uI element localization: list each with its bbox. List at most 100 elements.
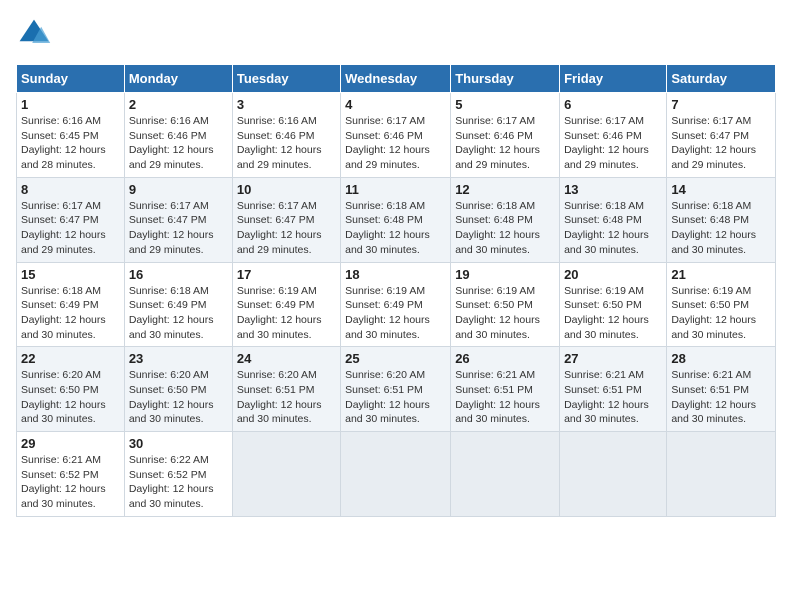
- calendar-cell: 3 Sunrise: 6:16 AM Sunset: 6:46 PM Dayli…: [232, 93, 340, 178]
- calendar-cell: 2 Sunrise: 6:16 AM Sunset: 6:46 PM Dayli…: [124, 93, 232, 178]
- calendar-week-row: 29 Sunrise: 6:21 AM Sunset: 6:52 PM Dayl…: [17, 432, 776, 517]
- calendar-cell: 5 Sunrise: 6:17 AM Sunset: 6:46 PM Dayli…: [451, 93, 560, 178]
- weekday-header: Sunday: [17, 65, 125, 93]
- daylight-label: Daylight: 12 hours: [345, 144, 430, 156]
- daylight-minutes: and 29 minutes.: [455, 159, 530, 171]
- daylight-minutes: and 30 minutes.: [345, 244, 420, 256]
- day-info: Sunrise: 6:17 AM Sunset: 6:47 PM Dayligh…: [21, 199, 120, 258]
- calendar-cell: 10 Sunrise: 6:17 AM Sunset: 6:47 PM Dayl…: [232, 177, 340, 262]
- day-info: Sunrise: 6:18 AM Sunset: 6:48 PM Dayligh…: [455, 199, 555, 258]
- sunrise-label: Sunrise: 6:20 AM: [129, 369, 209, 381]
- daylight-label: Daylight: 12 hours: [129, 144, 214, 156]
- daylight-minutes: and 29 minutes.: [237, 244, 312, 256]
- calendar-header: SundayMondayTuesdayWednesdayThursdayFrid…: [17, 65, 776, 93]
- calendar-table: SundayMondayTuesdayWednesdayThursdayFrid…: [16, 64, 776, 517]
- day-number: 30: [129, 436, 228, 451]
- sunrise-label: Sunrise: 6:17 AM: [345, 115, 425, 127]
- sunrise-label: Sunrise: 6:19 AM: [345, 285, 425, 297]
- day-info: Sunrise: 6:17 AM Sunset: 6:46 PM Dayligh…: [455, 114, 555, 173]
- daylight-label: Daylight: 12 hours: [455, 229, 540, 241]
- daylight-minutes: and 29 minutes.: [129, 159, 204, 171]
- day-number: 29: [21, 436, 120, 451]
- day-number: 9: [129, 182, 228, 197]
- sunset-label: Sunset: 6:47 PM: [237, 214, 315, 226]
- daylight-minutes: and 29 minutes.: [671, 159, 746, 171]
- calendar-cell: [560, 432, 667, 517]
- daylight-label: Daylight: 12 hours: [671, 144, 756, 156]
- day-info: Sunrise: 6:16 AM Sunset: 6:46 PM Dayligh…: [237, 114, 336, 173]
- sunset-label: Sunset: 6:51 PM: [564, 384, 642, 396]
- sunset-label: Sunset: 6:50 PM: [564, 299, 642, 311]
- day-info: Sunrise: 6:21 AM Sunset: 6:51 PM Dayligh…: [455, 368, 555, 427]
- day-number: 17: [237, 267, 336, 282]
- daylight-minutes: and 29 minutes.: [237, 159, 312, 171]
- daylight-label: Daylight: 12 hours: [21, 229, 106, 241]
- sunrise-label: Sunrise: 6:21 AM: [671, 369, 751, 381]
- logo: [16, 16, 56, 52]
- day-number: 13: [564, 182, 662, 197]
- day-number: 20: [564, 267, 662, 282]
- sunset-label: Sunset: 6:51 PM: [237, 384, 315, 396]
- day-number: 27: [564, 351, 662, 366]
- sunrise-label: Sunrise: 6:19 AM: [671, 285, 751, 297]
- daylight-label: Daylight: 12 hours: [671, 229, 756, 241]
- daylight-minutes: and 29 minutes.: [129, 244, 204, 256]
- sunrise-label: Sunrise: 6:16 AM: [21, 115, 101, 127]
- day-info: Sunrise: 6:19 AM Sunset: 6:49 PM Dayligh…: [345, 284, 446, 343]
- sunset-label: Sunset: 6:48 PM: [564, 214, 642, 226]
- calendar-cell: 21 Sunrise: 6:19 AM Sunset: 6:50 PM Dayl…: [667, 262, 776, 347]
- sunset-label: Sunset: 6:49 PM: [129, 299, 207, 311]
- calendar-cell: [341, 432, 451, 517]
- day-info: Sunrise: 6:21 AM Sunset: 6:51 PM Dayligh…: [671, 368, 771, 427]
- daylight-label: Daylight: 12 hours: [237, 229, 322, 241]
- daylight-minutes: and 30 minutes.: [21, 413, 96, 425]
- sunrise-label: Sunrise: 6:16 AM: [237, 115, 317, 127]
- sunset-label: Sunset: 6:50 PM: [21, 384, 99, 396]
- daylight-label: Daylight: 12 hours: [21, 314, 106, 326]
- calendar-cell: [451, 432, 560, 517]
- daylight-minutes: and 30 minutes.: [21, 498, 96, 510]
- day-number: 25: [345, 351, 446, 366]
- daylight-minutes: and 30 minutes.: [345, 329, 420, 341]
- sunrise-label: Sunrise: 6:21 AM: [21, 454, 101, 466]
- sunset-label: Sunset: 6:46 PM: [564, 130, 642, 142]
- calendar-cell: 28 Sunrise: 6:21 AM Sunset: 6:51 PM Dayl…: [667, 347, 776, 432]
- day-number: 21: [671, 267, 771, 282]
- daylight-minutes: and 30 minutes.: [237, 329, 312, 341]
- sunrise-label: Sunrise: 6:20 AM: [237, 369, 317, 381]
- day-info: Sunrise: 6:21 AM Sunset: 6:51 PM Dayligh…: [564, 368, 662, 427]
- sunset-label: Sunset: 6:49 PM: [21, 299, 99, 311]
- calendar-week-row: 1 Sunrise: 6:16 AM Sunset: 6:45 PM Dayli…: [17, 93, 776, 178]
- sunset-label: Sunset: 6:46 PM: [455, 130, 533, 142]
- day-number: 14: [671, 182, 771, 197]
- calendar-cell: 7 Sunrise: 6:17 AM Sunset: 6:47 PM Dayli…: [667, 93, 776, 178]
- calendar-cell: [232, 432, 340, 517]
- calendar-cell: 13 Sunrise: 6:18 AM Sunset: 6:48 PM Dayl…: [560, 177, 667, 262]
- day-number: 12: [455, 182, 555, 197]
- day-number: 6: [564, 97, 662, 112]
- sunset-label: Sunset: 6:48 PM: [671, 214, 749, 226]
- calendar-cell: 20 Sunrise: 6:19 AM Sunset: 6:50 PM Dayl…: [560, 262, 667, 347]
- calendar-cell: 27 Sunrise: 6:21 AM Sunset: 6:51 PM Dayl…: [560, 347, 667, 432]
- calendar-body: 1 Sunrise: 6:16 AM Sunset: 6:45 PM Dayli…: [17, 93, 776, 517]
- sunrise-label: Sunrise: 6:21 AM: [455, 369, 535, 381]
- sunrise-label: Sunrise: 6:19 AM: [564, 285, 644, 297]
- day-info: Sunrise: 6:19 AM Sunset: 6:49 PM Dayligh…: [237, 284, 336, 343]
- weekday-header: Friday: [560, 65, 667, 93]
- day-number: 15: [21, 267, 120, 282]
- day-info: Sunrise: 6:20 AM Sunset: 6:51 PM Dayligh…: [237, 368, 336, 427]
- day-number: 2: [129, 97, 228, 112]
- sunset-label: Sunset: 6:46 PM: [345, 130, 423, 142]
- day-info: Sunrise: 6:16 AM Sunset: 6:45 PM Dayligh…: [21, 114, 120, 173]
- sunrise-label: Sunrise: 6:18 AM: [345, 200, 425, 212]
- daylight-label: Daylight: 12 hours: [455, 144, 540, 156]
- calendar-cell: 16 Sunrise: 6:18 AM Sunset: 6:49 PM Dayl…: [124, 262, 232, 347]
- day-info: Sunrise: 6:18 AM Sunset: 6:49 PM Dayligh…: [129, 284, 228, 343]
- sunrise-label: Sunrise: 6:19 AM: [237, 285, 317, 297]
- weekday-header: Tuesday: [232, 65, 340, 93]
- day-info: Sunrise: 6:17 AM Sunset: 6:47 PM Dayligh…: [671, 114, 771, 173]
- daylight-label: Daylight: 12 hours: [129, 399, 214, 411]
- daylight-label: Daylight: 12 hours: [671, 399, 756, 411]
- calendar-cell: 26 Sunrise: 6:21 AM Sunset: 6:51 PM Dayl…: [451, 347, 560, 432]
- daylight-minutes: and 30 minutes.: [237, 413, 312, 425]
